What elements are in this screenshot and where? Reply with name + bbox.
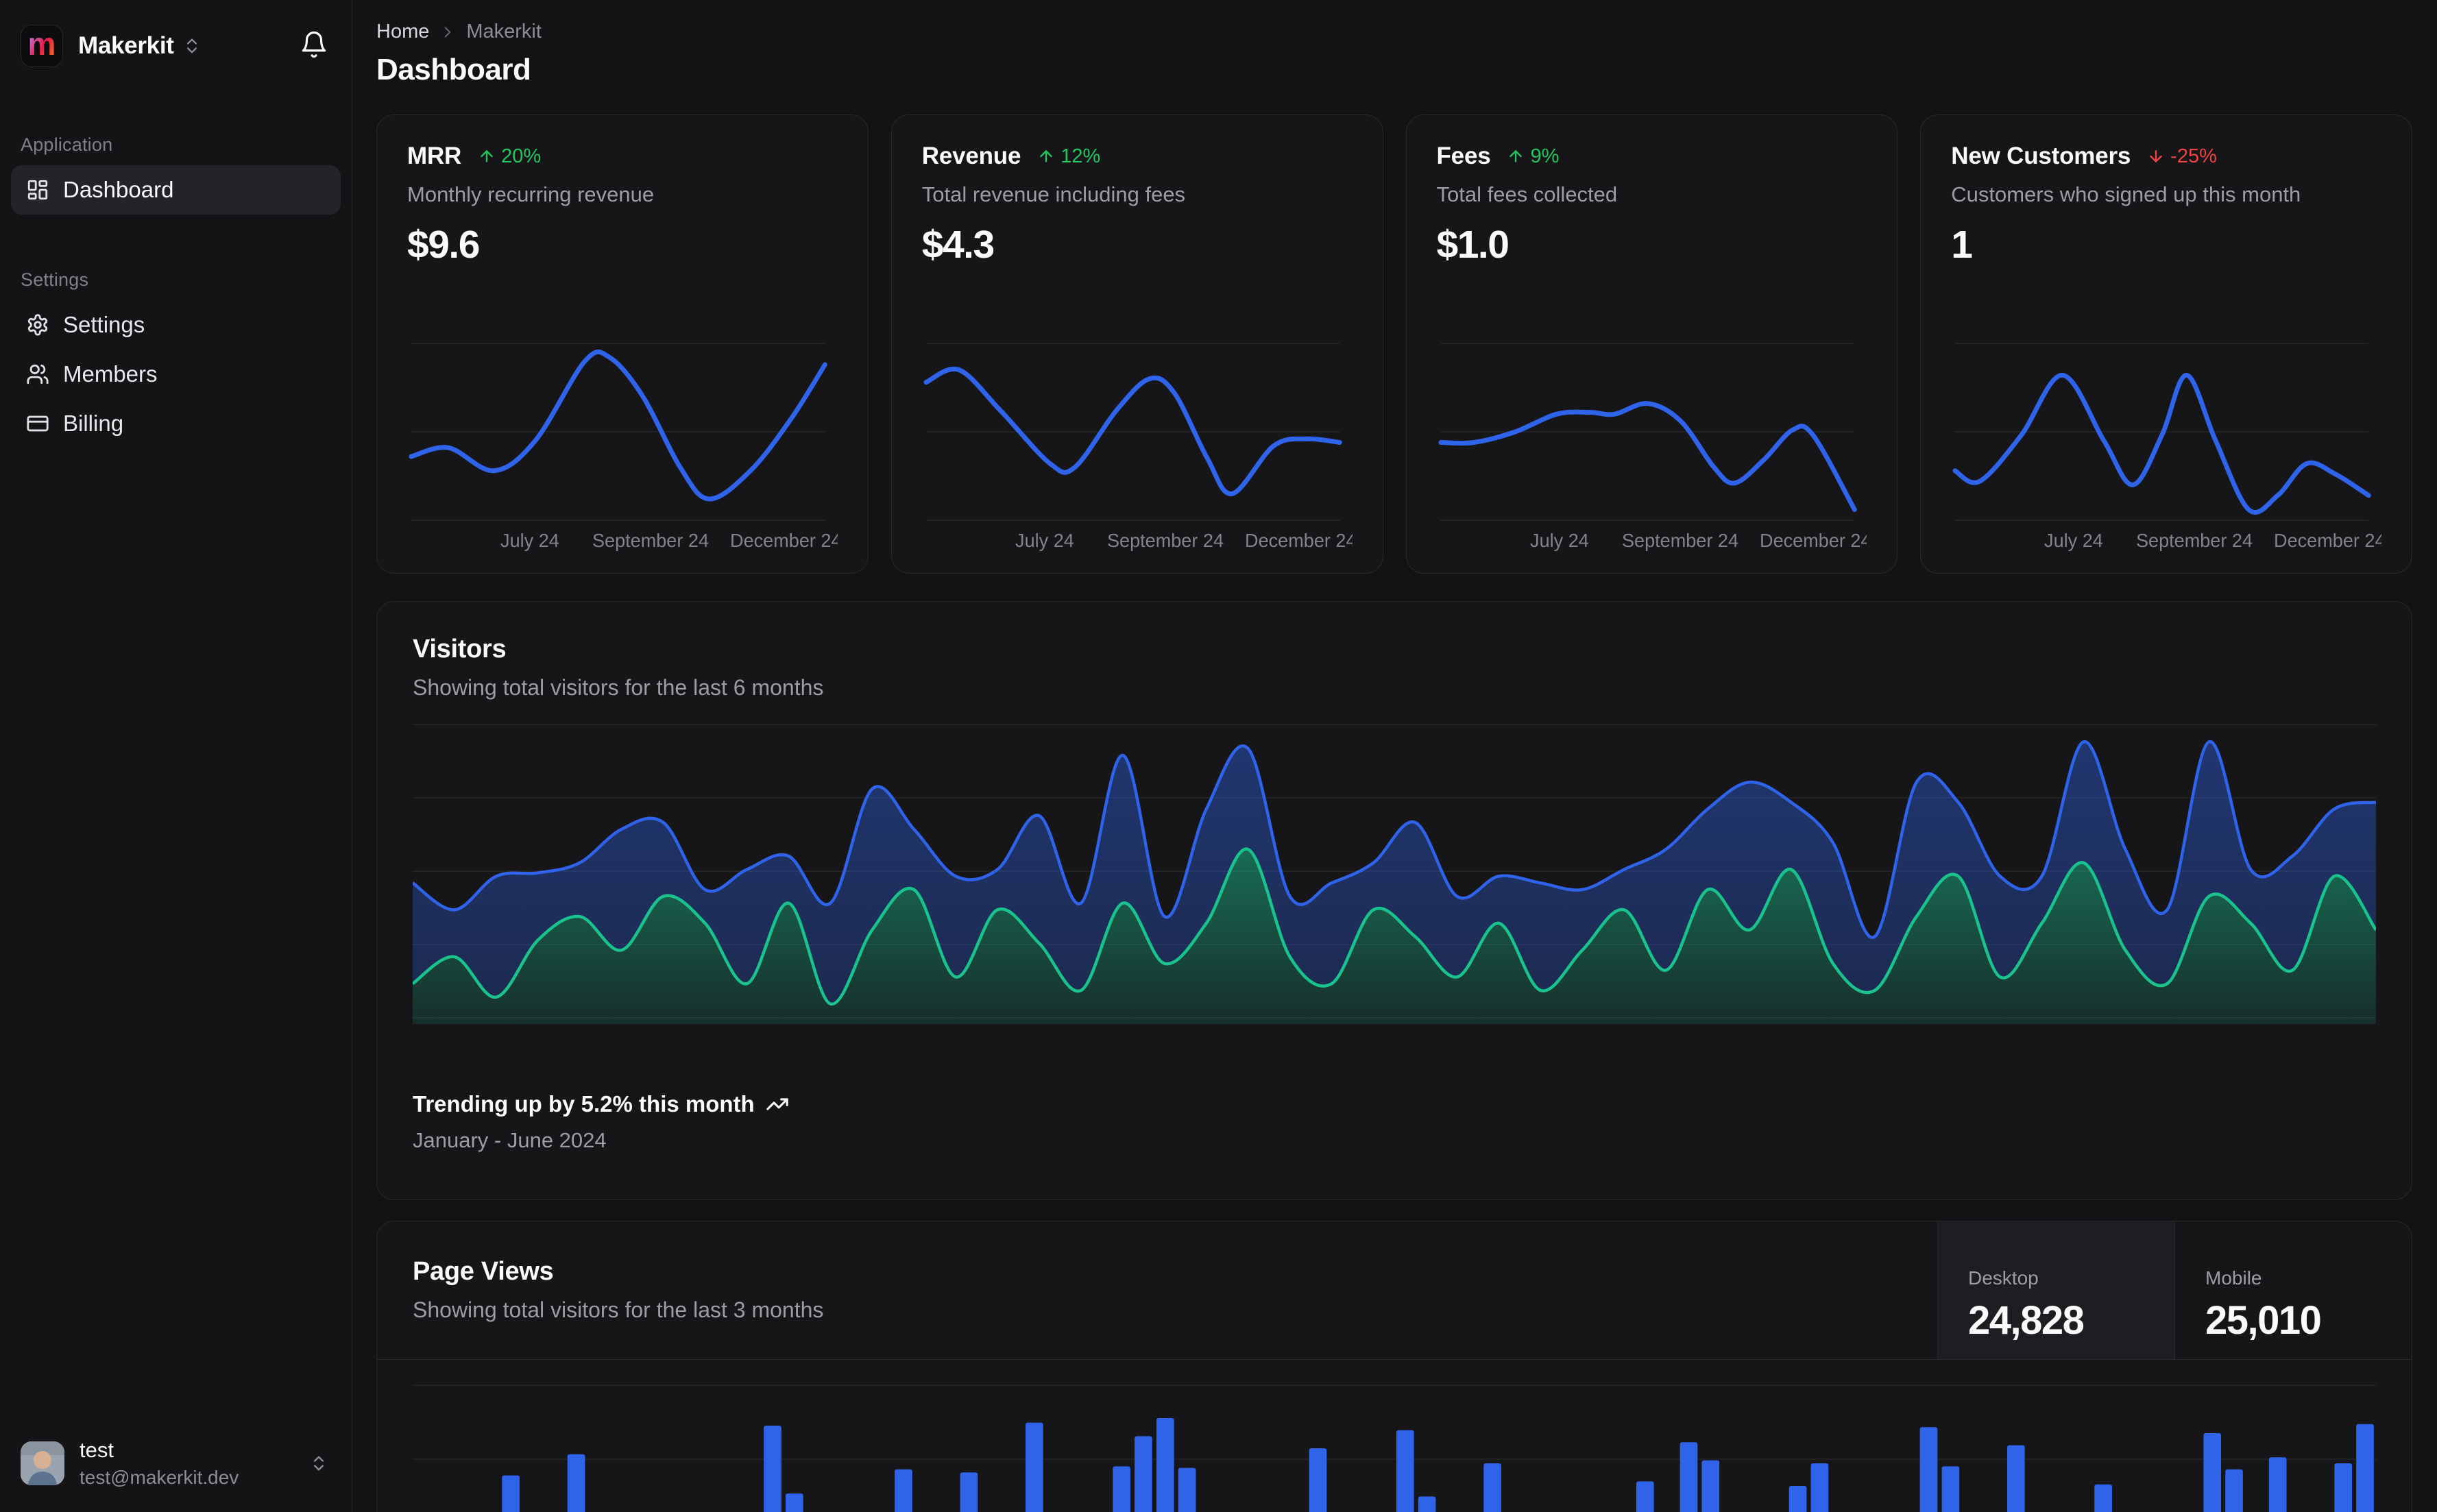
sparkline-chart-fees[interactable]: July 24 September 24 December 24 [1437,338,1867,554]
stat-description: Total revenue including fees [921,182,1186,206]
page-views-description: Showing total visitors for the last 3 mo… [413,1297,824,1322]
stat-title: MRR [407,143,462,169]
svg-text:December 24: December 24 [1245,530,1353,552]
user-email: test@makerkit.dev [80,1467,239,1488]
sidebar: m Makerkit Application Dashboard Setting… [0,0,352,1512]
page-views-title: Page Views [413,1257,554,1286]
nav-application: Dashboard [11,165,341,215]
svg-text:July 24: July 24 [1530,530,1589,552]
visitors-area-chart[interactable] [413,722,2376,1024]
svg-text:July 24: July 24 [500,530,559,552]
page-views-bar-chart[interactable] [377,1360,2412,1512]
stat-change-badge: -25% [2147,145,2217,168]
user-menu[interactable]: test test@makerkit.dev [0,1419,352,1512]
stat-description: Monthly recurring revenue [407,182,655,206]
stat-value: 1 [1951,223,1973,267]
page-views-header: Page Views Showing total visitors for th… [377,1221,2412,1360]
stat-card-mrr: MRR 20% Monthly recurring revenue $9.6 J… [376,114,869,574]
stat-change-badge: 9% [1507,145,1559,168]
desktop-stat-toggle[interactable]: Desktop 24,828 [1937,1221,2174,1359]
svg-text:December 24: December 24 [2274,530,2381,552]
makerkit-logo: m [21,25,63,67]
breadcrumb: Home Makerkit [376,21,2412,43]
svg-text:September 24: September 24 [1621,530,1738,552]
svg-text:July 24: July 24 [2044,530,2103,552]
sidebar-item-billing[interactable]: Billing [11,399,341,448]
dashboard-icon [26,178,49,202]
gear-icon [26,313,49,337]
credit-card-icon [26,412,49,435]
svg-text:December 24: December 24 [1760,530,1867,552]
visitors-title: Visitors [413,635,507,663]
stat-value: $4.3 [921,223,995,267]
mobile-stat-toggle[interactable]: Mobile 25,010 [2174,1221,2412,1359]
nav-settings: Settings Members Billing [11,300,341,448]
chevron-right-icon [439,23,457,41]
visitors-period: January - June 2024 [413,1128,607,1152]
arrow-down-icon [2147,147,2165,165]
workspace-name: Makerkit [78,32,174,59]
trending-up-icon [766,1093,789,1116]
svg-text:July 24: July 24 [1015,530,1074,552]
user-name: test [80,1438,114,1462]
sparkline-chart-new-customers[interactable]: July 24 September 24 December 24 [1951,338,2381,554]
stat-title: Revenue [921,143,1021,169]
sidebar-item-dashboard[interactable]: Dashboard [11,165,341,215]
page-views-stats: Desktop 24,828 Mobile 25,010 [1937,1221,2412,1359]
stat-card-new-customers: New Customers -25% Customers who signed … [1920,114,2412,574]
stat-value: $1.0 [1436,223,1510,267]
avatar [21,1441,64,1485]
stat-change-badge: 20% [478,145,541,168]
svg-text:September 24: September 24 [1107,530,1224,552]
page-views-card: Page Views Showing total visitors for th… [376,1221,2412,1512]
stat-cards-row: MRR 20% Monthly recurring revenue $9.6 J… [376,114,2412,574]
stat-title: New Customers [1951,143,2131,169]
nav-section-label-settings: Settings [21,269,89,290]
arrow-up-icon [1037,147,1055,165]
arrow-up-icon [478,147,496,165]
svg-text:September 24: September 24 [2136,530,2253,552]
breadcrumb-home[interactable]: Home [376,21,429,43]
svg-text:December 24: December 24 [730,530,838,552]
visitors-card: Visitors Showing total visitors for the … [376,601,2412,1200]
stat-change-badge: 12% [1037,145,1100,168]
sparkline-chart-revenue[interactable]: July 24 September 24 December 24 [922,338,1353,554]
stat-description: Customers who signed up this month [1951,182,2301,206]
notifications-bell-button[interactable] [300,30,328,59]
chevrons-up-down-icon [309,1454,328,1473]
bell-icon [300,30,328,59]
sidebar-item-members[interactable]: Members [11,350,341,399]
main-content: Home Makerkit Dashboard MRR 20% Monthly … [352,0,2437,1512]
arrow-up-icon [1507,147,1525,165]
stat-card-revenue: Revenue 12% Total revenue including fees… [890,114,1383,574]
breadcrumb-current: Makerkit [466,21,542,42]
sidebar-item-settings[interactable]: Settings [11,300,341,350]
stat-title: Fees [1436,143,1491,169]
sparkline-chart-mrr[interactable]: July 24 September 24 December 24 [407,338,838,554]
visitors-trend: Trending up by 5.2% this month [413,1091,2376,1117]
svg-text:September 24: September 24 [592,530,709,552]
nav-section-label-application: Application [21,134,113,155]
stat-description: Total fees collected [1436,182,1618,206]
chevrons-up-down-icon [182,36,202,56]
users-icon [26,363,49,386]
page-title: Dashboard [376,53,531,86]
stat-value: $9.6 [407,223,480,267]
visitors-description: Showing total visitors for the last 6 mo… [413,675,824,700]
stat-card-fees: Fees 9% Total fees collected $1.0 July 2… [1405,114,1898,574]
